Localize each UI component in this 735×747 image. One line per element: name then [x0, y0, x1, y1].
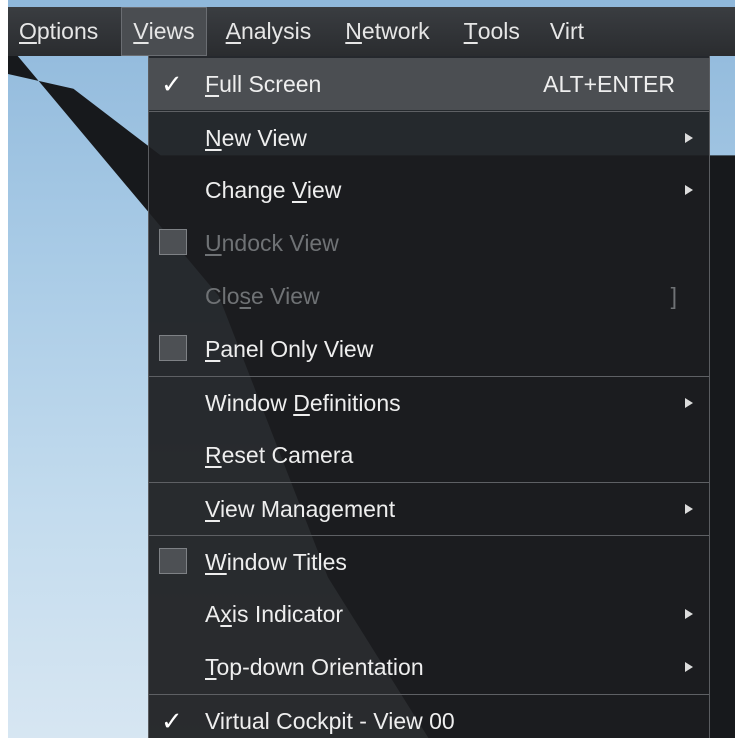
menu-item-close-view: Close View ] [205, 282, 677, 309]
full-screen-shortcut: ALT+ENTER [543, 70, 675, 97]
menu-item-reset-camera[interactable]: Reset Camera [149, 429, 709, 481]
menu-analysis[interactable]: Analysis [215, 7, 323, 56]
menu-item-window-definitions[interactable]: Window Definitions [149, 376, 709, 429]
submenu-arrow-icon [685, 185, 693, 195]
menu-views[interactable]: Views [121, 7, 207, 56]
menu-item-full-screen[interactable]: ✓ Full Screen ALT+ENTER [149, 58, 709, 110]
window-titles-checkbox[interactable] [159, 548, 187, 574]
close-view-shortcut: ] [670, 282, 677, 309]
submenu-arrow-icon [685, 504, 693, 514]
menu-item-new-view[interactable]: New View [149, 111, 709, 164]
undock-view-checkbox [159, 229, 187, 255]
check-icon: ✓ [161, 69, 183, 99]
virtual-cockpit-check: ✓ [159, 707, 189, 735]
panel-only-view-checkbox[interactable] [159, 335, 187, 361]
menu-item-panel-only-view[interactable]: Panel Only View [149, 323, 709, 375]
menu-item-top-down-orientation[interactable]: Top-down Orientation [149, 641, 709, 693]
submenu-arrow-icon [685, 609, 693, 619]
menu-item-axis-indicator[interactable]: Axis Indicator [149, 588, 709, 640]
submenu-arrow-icon [685, 662, 693, 672]
menu-network[interactable]: Network [334, 7, 440, 56]
menu-options[interactable]: Options [8, 7, 109, 56]
menu-bar: Options Views Analysis Network Tools Vir… [8, 7, 735, 56]
menu-item-window-titles[interactable]: Window Titles [149, 535, 709, 588]
menu-item-undock-view: Undock View [149, 217, 709, 269]
menu-tools[interactable]: Tools [453, 7, 531, 56]
menu-item-change-view[interactable]: Change View [149, 164, 709, 216]
full-screen-check: ✓ [159, 70, 189, 98]
left-edge [0, 0, 8, 740]
views-dropdown-menu: ✓ Full Screen ALT+ENTER New View Change … [148, 56, 710, 738]
check-icon: ✓ [161, 706, 183, 736]
submenu-arrow-icon [685, 398, 693, 408]
menu-virt[interactable]: Virt [539, 7, 595, 56]
submenu-arrow-icon [685, 133, 693, 143]
virtual-cockpit-label: Virtual Cockpit - View 00 [205, 707, 455, 734]
menu-item-view-management[interactable]: View Management [149, 482, 709, 535]
